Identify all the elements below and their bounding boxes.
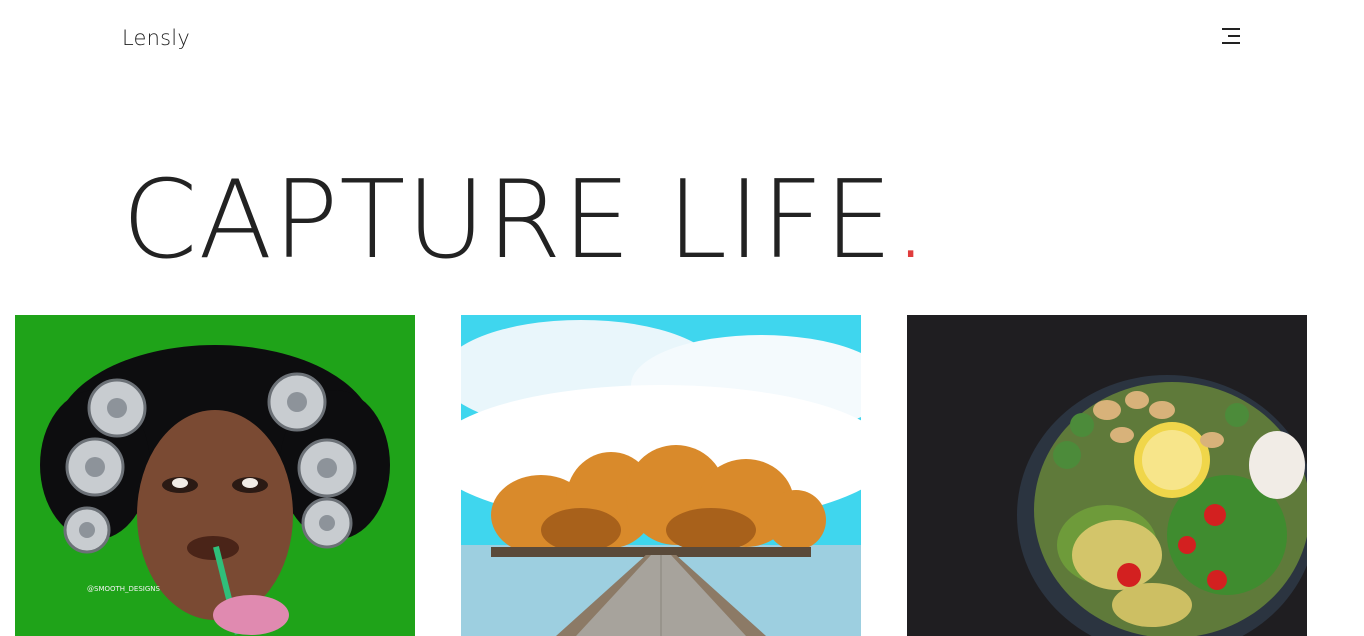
gallery-item-portrait[interactable]: @SMOOTH_DESIGNS [15,315,415,636]
site-logo[interactable]: Lensly [122,26,190,50]
hero-title: CAPTURE LIFE. [122,156,929,286]
portrait-image: @SMOOTH_DESIGNS [15,315,415,636]
hero-title-text: CAPTURE LIFE [122,158,894,283]
landscape-image [461,315,861,636]
menu-line-bottom [1222,42,1240,44]
hamburger-menu-icon[interactable] [1214,22,1246,50]
hero-accent-dot: . [893,158,929,283]
menu-line-middle [1228,35,1240,37]
gallery-item-food[interactable] [907,315,1307,636]
menu-line-top [1222,28,1240,30]
gallery-item-landscape[interactable] [461,315,861,636]
page: Lensly CAPTURE LIFE. @SMOOTH_DESIGNS [0,0,1364,636]
photo-caption: @SMOOTH_DESIGNS [87,585,161,593]
food-image [907,315,1307,636]
